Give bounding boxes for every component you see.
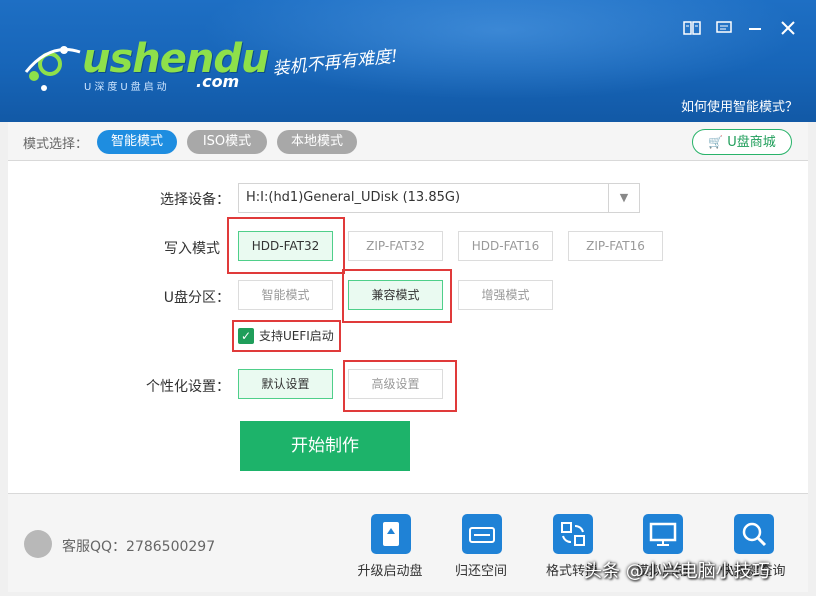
header-banner: ushendu U深度U盘启动 .com 装机不再有难度! 如何使用智能模式？	[0, 0, 816, 122]
logo-subtitle: U深度U盘启动	[84, 82, 170, 93]
monitor-icon	[643, 514, 683, 554]
usb-upgrade-icon	[371, 514, 411, 554]
message-icon[interactable]	[714, 20, 734, 38]
tool-restore-label: 归还空间	[454, 564, 507, 579]
highlight-box-write	[227, 217, 345, 274]
personal-option-default[interactable]: 默认设置	[238, 369, 333, 399]
device-value: H:I:(hd1)General_UDisk (13.85G)	[246, 190, 461, 205]
device-label: 选择设备：	[160, 192, 230, 208]
write-option-zip-fat32[interactable]: ZIP-FAT32	[348, 231, 443, 261]
highlight-box-uefi	[232, 320, 341, 352]
write-option-zip-fat16[interactable]: ZIP-FAT16	[568, 231, 663, 261]
personal-label: 个性化设置：	[146, 379, 230, 395]
write-mode-label: 写入模式	[164, 241, 220, 257]
mode-bar: 模式选择： 智能模式 ISO模式 本地模式 🛒 U盘商城	[8, 122, 808, 161]
qq-support: 客服QQ：2786500297	[62, 539, 216, 555]
help-link[interactable]: 如何使用智能模式？	[681, 96, 798, 115]
cart-icon: 🛒	[708, 135, 724, 149]
minimize-icon[interactable]	[745, 20, 765, 38]
tool-upgrade[interactable]: 升级启动盘	[350, 514, 430, 584]
header-glow	[200, 0, 800, 100]
search-icon	[734, 514, 774, 554]
partition-option-smart[interactable]: 智能模式	[238, 280, 333, 310]
tab-local-mode[interactable]: 本地模式	[277, 130, 357, 154]
tool-upgrade-label: 升级启动盘	[357, 564, 423, 579]
partition-option-enhanced[interactable]: 增强模式	[458, 280, 553, 310]
shop-label: U盘商城	[727, 135, 776, 150]
disk-restore-icon	[462, 514, 502, 554]
logo-text: ushendu	[82, 36, 269, 82]
qq-icon	[24, 530, 52, 558]
highlight-box-partition	[342, 269, 452, 323]
tab-smart-mode[interactable]: 智能模式	[97, 130, 177, 154]
settings-panel: 选择设备： H:I:(hd1)General_UDisk (13.85G) ▼ …	[8, 161, 808, 493]
device-select[interactable]: H:I:(hd1)General_UDisk (13.85G) ▼	[238, 183, 640, 213]
app-window: ushendu U深度U盘启动 .com 装机不再有难度! 如何使用智能模式？ …	[0, 0, 816, 596]
mode-label: 模式选择：	[23, 137, 89, 152]
start-button[interactable]: 开始制作	[240, 421, 410, 471]
partition-label: U盘分区：	[163, 290, 230, 306]
tab-iso-mode[interactable]: ISO模式	[187, 130, 267, 154]
close-icon[interactable]	[778, 20, 798, 38]
convert-icon	[553, 514, 593, 554]
highlight-box-advanced	[343, 360, 457, 412]
tool-restore-space[interactable]: 归还空间	[441, 514, 521, 584]
book-icon[interactable]	[682, 20, 702, 38]
logo-domain: .com	[196, 72, 240, 91]
chevron-down-icon[interactable]: ▼	[608, 184, 639, 212]
watermark: 头条 @小兴电脑小技巧	[584, 561, 770, 582]
write-option-hdd-fat16[interactable]: HDD-FAT16	[458, 231, 553, 261]
shop-button[interactable]: 🛒 U盘商城	[692, 129, 792, 155]
